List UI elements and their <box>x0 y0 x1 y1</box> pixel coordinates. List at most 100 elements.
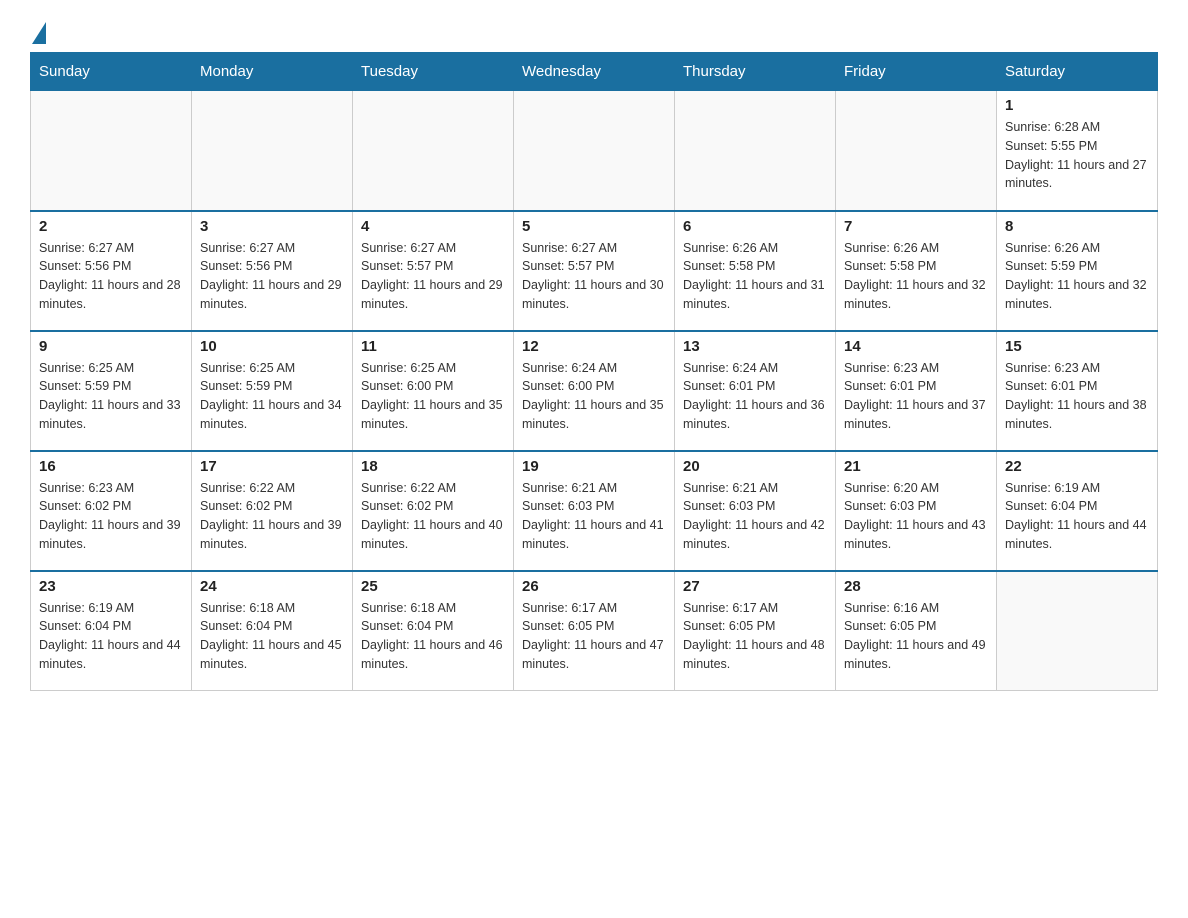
day-info: Sunrise: 6:24 AM Sunset: 6:00 PM Dayligh… <box>522 359 666 434</box>
calendar-cell: 18 Sunrise: 6:22 AM Sunset: 6:02 PM Dayli… <box>353 451 514 571</box>
calendar-cell: 16Sunrise: 6:23 AM Sunset: 6:02 PM Dayli… <box>31 451 192 571</box>
day-info: Sunrise: 6:22 AM Sunset: 6:02 PM Dayligh… <box>361 479 505 554</box>
day-info: Sunrise: 6:18 AM Sunset: 6:04 PM Dayligh… <box>200 599 344 674</box>
day-info: Sunrise: 6:19 AM Sunset: 6:04 PM Dayligh… <box>1005 479 1149 554</box>
day-number: 4 <box>361 218 505 235</box>
calendar-cell: 15 Sunrise: 6:23 AM Sunset: 6:01 PM Dayli… <box>997 331 1158 451</box>
day-info: Sunrise: 6:27 AM Sunset: 5:56 PM Dayligh… <box>39 239 183 314</box>
calendar-table: SundayMondayTuesdayWednesdayThursdayFrid… <box>30 52 1158 691</box>
calendar-cell <box>514 91 675 211</box>
day-info: Sunrise: 6:20 AM Sunset: 6:03 PM Dayligh… <box>844 479 988 554</box>
day-number: 11 <box>361 338 505 355</box>
day-info: Sunrise: 6:25 AM Sunset: 6:00 PM Dayligh… <box>361 359 505 434</box>
calendar-week-row: 1 Sunrise: 6:28 AM Sunset: 5:55 PM Daylig… <box>31 91 1158 211</box>
calendar-cell <box>31 91 192 211</box>
day-info: Sunrise: 6:23 AM Sunset: 6:01 PM Dayligh… <box>844 359 988 434</box>
calendar-header-sunday: Sunday <box>31 53 192 91</box>
day-info: Sunrise: 6:16 AM Sunset: 6:05 PM Dayligh… <box>844 599 988 674</box>
day-number: 10 <box>200 338 344 355</box>
day-number: 13 <box>683 338 827 355</box>
day-info: Sunrise: 6:27 AM Sunset: 5:57 PM Dayligh… <box>522 239 666 314</box>
calendar-header-friday: Friday <box>836 53 997 91</box>
calendar-week-row: 9 Sunrise: 6:25 AM Sunset: 5:59 PM Daylig… <box>31 331 1158 451</box>
page-header <box>30 20 1158 42</box>
calendar-cell: 4 Sunrise: 6:27 AM Sunset: 5:57 PM Daylig… <box>353 211 514 331</box>
calendar-cell: 5 Sunrise: 6:27 AM Sunset: 5:57 PM Daylig… <box>514 211 675 331</box>
calendar-cell: 25 Sunrise: 6:18 AM Sunset: 6:04 PM Dayli… <box>353 571 514 691</box>
day-info: Sunrise: 6:21 AM Sunset: 6:03 PM Dayligh… <box>522 479 666 554</box>
day-info: Sunrise: 6:28 AM Sunset: 5:55 PM Dayligh… <box>1005 118 1149 193</box>
calendar-cell: 2 Sunrise: 6:27 AM Sunset: 5:56 PM Daylig… <box>31 211 192 331</box>
calendar-cell: 3 Sunrise: 6:27 AM Sunset: 5:56 PM Daylig… <box>192 211 353 331</box>
day-number: 27 <box>683 578 827 595</box>
day-info: Sunrise: 6:17 AM Sunset: 6:05 PM Dayligh… <box>683 599 827 674</box>
day-number: 3 <box>200 218 344 235</box>
calendar-cell: 6 Sunrise: 6:26 AM Sunset: 5:58 PM Daylig… <box>675 211 836 331</box>
calendar-cell: 23 Sunrise: 6:19 AM Sunset: 6:04 PM Dayli… <box>31 571 192 691</box>
day-number: 16 <box>39 458 183 475</box>
calendar-header-thursday: Thursday <box>675 53 836 91</box>
day-info: Sunrise: 6:27 AM Sunset: 5:57 PM Dayligh… <box>361 239 505 314</box>
calendar-cell <box>836 91 997 211</box>
day-number: 22 <box>1005 458 1149 475</box>
calendar-header-wednesday: Wednesday <box>514 53 675 91</box>
calendar-cell: 1 Sunrise: 6:28 AM Sunset: 5:55 PM Daylig… <box>997 91 1158 211</box>
day-number: 6 <box>683 218 827 235</box>
day-number: 18 <box>361 458 505 475</box>
day-number: 8 <box>1005 218 1149 235</box>
calendar-cell: 20 Sunrise: 6:21 AM Sunset: 6:03 PM Dayli… <box>675 451 836 571</box>
calendar-cell: 28 Sunrise: 6:16 AM Sunset: 6:05 PM Dayli… <box>836 571 997 691</box>
day-info: Sunrise: 6:17 AM Sunset: 6:05 PM Dayligh… <box>522 599 666 674</box>
calendar-cell: 21 Sunrise: 6:20 AM Sunset: 6:03 PM Dayli… <box>836 451 997 571</box>
day-number: 2 <box>39 218 183 235</box>
calendar-cell: 17 Sunrise: 6:22 AM Sunset: 6:02 PM Dayli… <box>192 451 353 571</box>
calendar-week-row: 2 Sunrise: 6:27 AM Sunset: 5:56 PM Daylig… <box>31 211 1158 331</box>
day-number: 23 <box>39 578 183 595</box>
calendar-cell: 27 Sunrise: 6:17 AM Sunset: 6:05 PM Dayli… <box>675 571 836 691</box>
day-info: Sunrise: 6:23 AM Sunset: 6:01 PM Dayligh… <box>1005 359 1149 434</box>
day-number: 15 <box>1005 338 1149 355</box>
calendar-cell: 7 Sunrise: 6:26 AM Sunset: 5:58 PM Daylig… <box>836 211 997 331</box>
logo <box>30 20 46 42</box>
day-number: 20 <box>683 458 827 475</box>
day-info: Sunrise: 6:26 AM Sunset: 5:58 PM Dayligh… <box>683 239 827 314</box>
day-number: 24 <box>200 578 344 595</box>
day-number: 1 <box>1005 97 1149 114</box>
calendar-cell: 12 Sunrise: 6:24 AM Sunset: 6:00 PM Dayli… <box>514 331 675 451</box>
day-number: 28 <box>844 578 988 595</box>
calendar-cell: 13 Sunrise: 6:24 AM Sunset: 6:01 PM Dayli… <box>675 331 836 451</box>
calendar-header-row: SundayMondayTuesdayWednesdayThursdayFrid… <box>31 53 1158 91</box>
day-number: 25 <box>361 578 505 595</box>
day-number: 19 <box>522 458 666 475</box>
day-info: Sunrise: 6:25 AM Sunset: 5:59 PM Dayligh… <box>200 359 344 434</box>
day-number: 12 <box>522 338 666 355</box>
day-number: 5 <box>522 218 666 235</box>
calendar-cell <box>192 91 353 211</box>
calendar-cell: 11 Sunrise: 6:25 AM Sunset: 6:00 PM Dayli… <box>353 331 514 451</box>
calendar-week-row: 16Sunrise: 6:23 AM Sunset: 6:02 PM Dayli… <box>31 451 1158 571</box>
day-info: Sunrise: 6:26 AM Sunset: 5:59 PM Dayligh… <box>1005 239 1149 314</box>
day-number: 14 <box>844 338 988 355</box>
day-number: 9 <box>39 338 183 355</box>
calendar-cell: 8 Sunrise: 6:26 AM Sunset: 5:59 PM Daylig… <box>997 211 1158 331</box>
calendar-week-row: 23 Sunrise: 6:19 AM Sunset: 6:04 PM Dayli… <box>31 571 1158 691</box>
day-info: Sunrise: 6:19 AM Sunset: 6:04 PM Dayligh… <box>39 599 183 674</box>
calendar-cell: 19 Sunrise: 6:21 AM Sunset: 6:03 PM Dayli… <box>514 451 675 571</box>
day-info: Sunrise: 6:24 AM Sunset: 6:01 PM Dayligh… <box>683 359 827 434</box>
day-number: 21 <box>844 458 988 475</box>
calendar-cell <box>353 91 514 211</box>
day-info: Sunrise: 6:22 AM Sunset: 6:02 PM Dayligh… <box>200 479 344 554</box>
day-info: Sunrise: 6:18 AM Sunset: 6:04 PM Dayligh… <box>361 599 505 674</box>
day-info: Sunrise: 6:26 AM Sunset: 5:58 PM Dayligh… <box>844 239 988 314</box>
day-number: 17 <box>200 458 344 475</box>
calendar-cell: 26Sunrise: 6:17 AM Sunset: 6:05 PM Dayli… <box>514 571 675 691</box>
calendar-cell: 22 Sunrise: 6:19 AM Sunset: 6:04 PM Dayli… <box>997 451 1158 571</box>
calendar-cell <box>675 91 836 211</box>
day-number: 7 <box>844 218 988 235</box>
day-info: Sunrise: 6:21 AM Sunset: 6:03 PM Dayligh… <box>683 479 827 554</box>
calendar-header-tuesday: Tuesday <box>353 53 514 91</box>
day-info: Sunrise: 6:25 AM Sunset: 5:59 PM Dayligh… <box>39 359 183 434</box>
calendar-header-monday: Monday <box>192 53 353 91</box>
day-info: Sunrise: 6:27 AM Sunset: 5:56 PM Dayligh… <box>200 239 344 314</box>
calendar-cell: 9 Sunrise: 6:25 AM Sunset: 5:59 PM Daylig… <box>31 331 192 451</box>
